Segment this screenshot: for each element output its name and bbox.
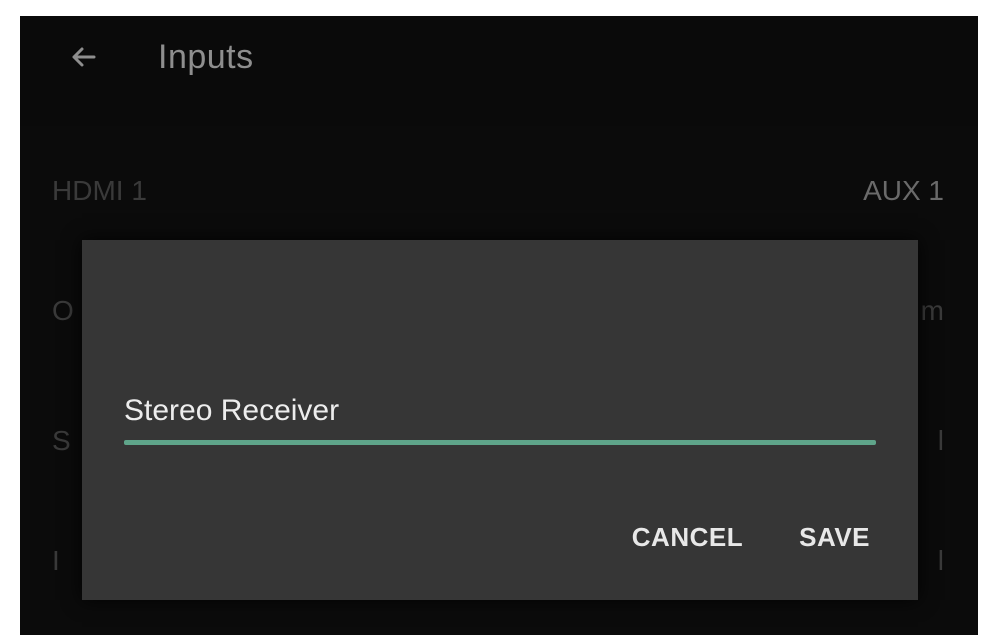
list-item-label: O [52, 295, 74, 326]
tv-screen: Inputs HDMI 1 AUX 1 O m S l I l CANCEL S… [20, 16, 978, 635]
list-item-label: I [52, 545, 60, 576]
save-button[interactable]: SAVE [791, 516, 878, 559]
app-bar: Inputs [20, 16, 978, 126]
name-input[interactable] [124, 386, 876, 436]
list-item-value: m [920, 295, 944, 326]
cancel-button[interactable]: CANCEL [624, 516, 751, 559]
dialog-actions: CANCEL SAVE [624, 512, 878, 562]
list-item-label: S [52, 425, 71, 456]
arrow-left-icon[interactable] [66, 40, 100, 74]
list-item[interactable]: HDMI 1 AUX 1 [20, 146, 978, 236]
name-field [124, 386, 876, 446]
list-item-label: HDMI 1 [52, 175, 147, 206]
list-item-value: AUX 1 [863, 175, 944, 206]
input-underline [124, 440, 876, 445]
page-title: Inputs [158, 38, 254, 76]
list-item-value: l [937, 545, 944, 576]
list-item-value: l [937, 425, 944, 456]
rename-dialog: CANCEL SAVE [82, 240, 918, 600]
